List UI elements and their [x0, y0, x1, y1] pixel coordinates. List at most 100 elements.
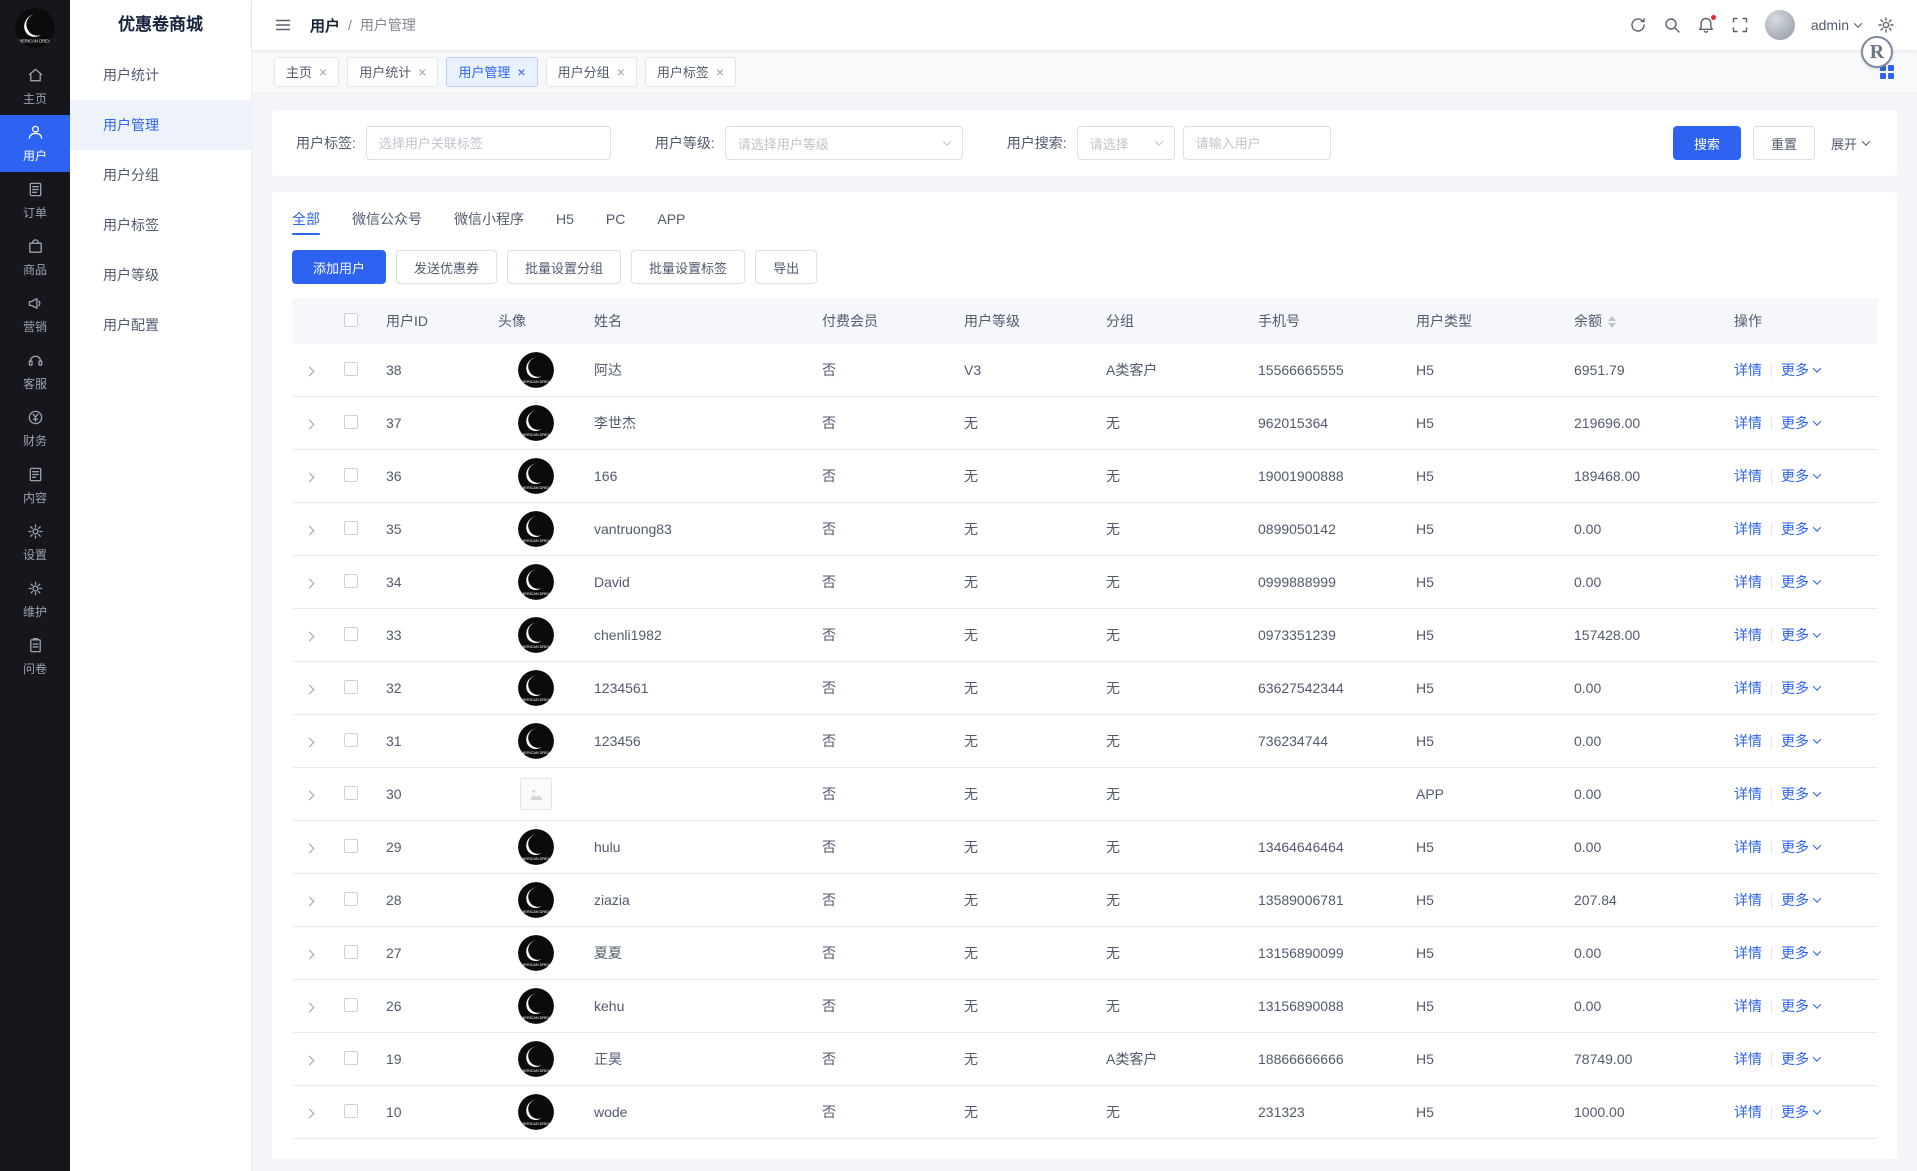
rail-item-finance[interactable]: 财务 [0, 400, 70, 457]
rail-item-survey[interactable]: 问卷 [0, 628, 70, 685]
settings-gear-icon[interactable] [1877, 16, 1895, 34]
detail-link[interactable]: 详情 [1734, 784, 1762, 804]
rail-item-content[interactable]: 内容 [0, 457, 70, 514]
row-checkbox[interactable] [344, 1050, 358, 1065]
sidebar-item-user-groups[interactable]: 用户分组 [70, 150, 251, 200]
select-all-checkbox[interactable] [344, 312, 358, 327]
row-checkbox[interactable] [344, 891, 358, 906]
row-checkbox[interactable] [344, 785, 358, 800]
more-link[interactable]: 更多 [1781, 837, 1822, 857]
export-button[interactable]: 导出 [755, 250, 818, 284]
row-expand-icon[interactable] [302, 1002, 315, 1013]
more-link[interactable]: 更多 [1781, 519, 1822, 539]
row-expand-icon[interactable] [302, 843, 315, 854]
user-tag-input[interactable] [365, 126, 611, 160]
notification-bell-icon[interactable] [1697, 14, 1717, 34]
row-expand-icon[interactable] [302, 419, 315, 430]
user-search-type-select[interactable]: 请选择 [1076, 126, 1175, 160]
rail-item-settings[interactable]: 设置 [0, 514, 70, 571]
more-link[interactable]: 更多 [1781, 625, 1822, 645]
row-checkbox[interactable] [344, 520, 358, 535]
fullscreen-icon[interactable] [1731, 16, 1749, 34]
type-tab-h5[interactable]: H5 [556, 192, 574, 246]
row-checkbox[interactable] [344, 361, 358, 376]
row-expand-icon[interactable] [302, 631, 315, 642]
breadcrumb-root[interactable]: 用户 [310, 15, 340, 36]
detail-link[interactable]: 详情 [1734, 678, 1762, 698]
more-link[interactable]: 更多 [1781, 572, 1822, 592]
more-link[interactable]: 更多 [1781, 466, 1822, 486]
detail-link[interactable]: 详情 [1734, 943, 1762, 963]
more-link[interactable]: 更多 [1781, 943, 1822, 963]
close-icon[interactable]: × [418, 65, 426, 79]
sidebar-item-user-tags[interactable]: 用户标签 [70, 200, 251, 250]
rail-item-maintenance[interactable]: 维护 [0, 571, 70, 628]
search-icon[interactable] [1663, 16, 1681, 34]
expand-filters-button[interactable]: 展开 [1826, 126, 1873, 160]
sort-desc-icon[interactable] [1608, 323, 1616, 329]
close-icon[interactable]: × [319, 65, 327, 79]
reset-button[interactable]: 重置 [1752, 126, 1815, 160]
more-link[interactable]: 更多 [1781, 731, 1822, 751]
row-expand-icon[interactable] [302, 737, 315, 748]
detail-link[interactable]: 详情 [1734, 996, 1762, 1016]
sidebar-item-user-config[interactable]: 用户配置 [70, 300, 251, 350]
sort-icons[interactable] [1608, 316, 1616, 329]
more-link[interactable]: 更多 [1781, 360, 1822, 380]
sidebar-item-user-stats[interactable]: 用户统计 [70, 50, 251, 100]
row-expand-icon[interactable] [302, 790, 315, 801]
detail-link[interactable]: 详情 [1734, 625, 1762, 645]
type-tab-pc[interactable]: PC [606, 192, 625, 246]
rail-item-home[interactable]: 主页 [0, 58, 70, 115]
row-expand-icon[interactable] [302, 472, 315, 483]
account-menu[interactable]: admin [1811, 17, 1863, 33]
more-link[interactable]: 更多 [1781, 890, 1822, 910]
menu-collapse-icon[interactable] [274, 16, 292, 34]
row-checkbox[interactable] [344, 626, 358, 641]
refresh-icon[interactable] [1629, 16, 1647, 34]
row-checkbox[interactable] [344, 838, 358, 853]
row-expand-icon[interactable] [302, 1108, 315, 1119]
tab-user-stats[interactable]: 用户统计 × [347, 56, 439, 87]
search-button[interactable]: 搜索 [1672, 126, 1741, 160]
send-coupon-button[interactable]: 发送优惠券 [396, 250, 498, 284]
row-checkbox[interactable] [344, 573, 358, 588]
detail-link[interactable]: 详情 [1734, 572, 1762, 592]
row-checkbox[interactable] [344, 997, 358, 1012]
detail-link[interactable]: 详情 [1734, 519, 1762, 539]
sidebar-item-user-management[interactable]: 用户管理 [70, 100, 251, 150]
row-expand-icon[interactable] [302, 896, 315, 907]
detail-link[interactable]: 详情 [1734, 1049, 1762, 1069]
detail-link[interactable]: 详情 [1734, 466, 1762, 486]
row-expand-icon[interactable] [302, 525, 315, 536]
type-tab-wechat-mini[interactable]: 微信小程序 [454, 192, 524, 246]
detail-link[interactable]: 详情 [1734, 731, 1762, 751]
rail-item-users[interactable]: 用户 [0, 115, 70, 172]
user-avatar-header[interactable] [1764, 10, 1795, 40]
row-checkbox[interactable] [344, 679, 358, 694]
more-link[interactable]: 更多 [1781, 1102, 1822, 1122]
close-icon[interactable]: × [517, 65, 525, 79]
tab-user-tags[interactable]: 用户标签 × [644, 56, 737, 87]
row-checkbox[interactable] [344, 732, 358, 747]
type-tab-app[interactable]: APP [657, 192, 685, 246]
row-expand-icon[interactable] [302, 578, 315, 589]
more-link[interactable]: 更多 [1781, 678, 1822, 698]
type-tab-all[interactable]: 全部 [292, 192, 320, 246]
user-level-select[interactable]: 请选择用户等级 [724, 126, 963, 160]
detail-link[interactable]: 详情 [1734, 890, 1762, 910]
add-user-button[interactable]: 添加用户 [292, 250, 387, 284]
sort-asc-icon[interactable] [1608, 316, 1616, 322]
rail-item-service[interactable]: 客服 [0, 343, 70, 400]
rail-item-marketing[interactable]: 营销 [0, 286, 70, 343]
tab-user-groups[interactable]: 用户分组 × [545, 56, 637, 87]
tab-home[interactable]: 主页 × [274, 56, 340, 87]
row-expand-icon[interactable] [302, 1055, 315, 1066]
rail-item-orders[interactable]: 订单 [0, 172, 70, 229]
tab-user-management[interactable]: 用户管理 × [446, 56, 538, 87]
more-link[interactable]: 更多 [1781, 996, 1822, 1016]
row-checkbox[interactable] [344, 414, 358, 429]
type-tab-wechat-official[interactable]: 微信公众号 [352, 192, 422, 246]
rail-item-goods[interactable]: 商品 [0, 229, 70, 286]
sidebar-item-user-levels[interactable]: 用户等级 [70, 250, 251, 300]
